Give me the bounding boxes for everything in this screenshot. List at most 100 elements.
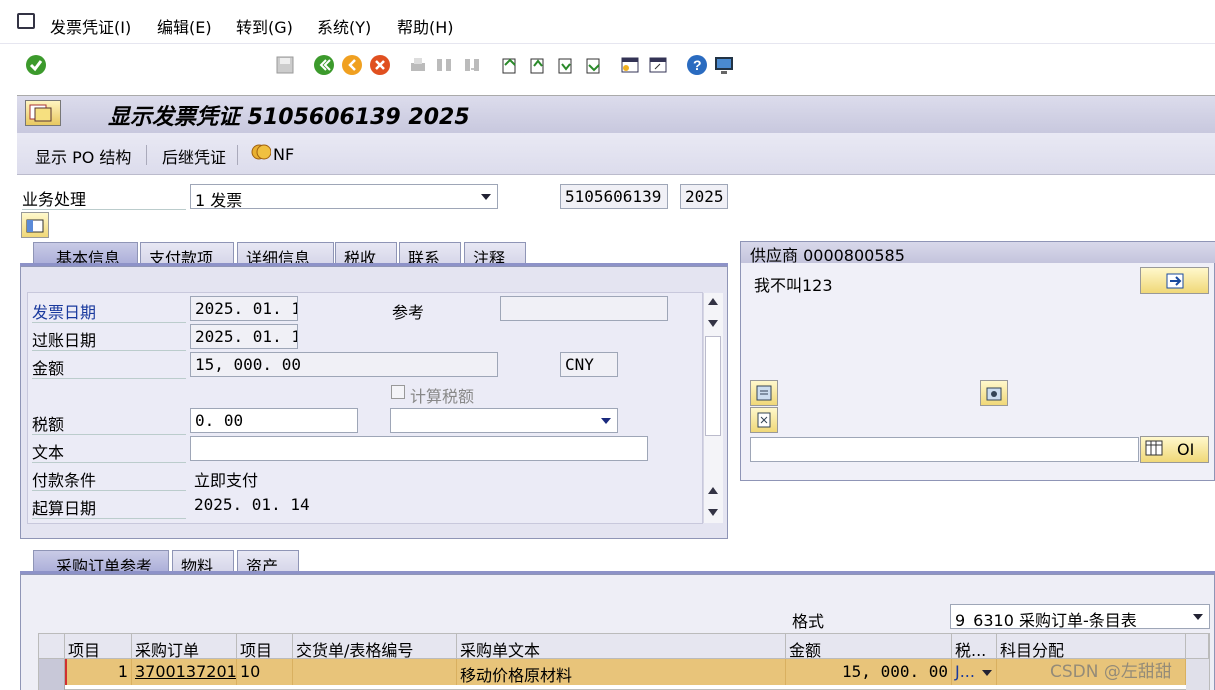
amount-label: 金额 (32, 355, 186, 379)
cancel-icon[interactable] (369, 54, 391, 76)
toolbar-separator (237, 145, 238, 165)
transaction-select[interactable]: 1 发票 (190, 184, 498, 209)
posting-date-field[interactable]: 2025. 01. 14 (190, 324, 298, 349)
cell-amount[interactable]: 15, 000. 00 (786, 659, 952, 685)
reference-label: 参考 (392, 303, 425, 322)
grid-scroll-area[interactable] (1186, 659, 1209, 690)
cell-item[interactable]: 1 (65, 659, 132, 685)
shortcut-icon[interactable] (647, 54, 669, 76)
table-row[interactable]: 1 3700137201 10 移动价格原材料 15, 000. 00 J... (39, 659, 1209, 690)
scroll-down-icon[interactable] (708, 320, 718, 327)
grid-header-tax[interactable]: 税... (952, 634, 997, 659)
vendor-address-button[interactable] (750, 380, 778, 406)
invoice-date-field[interactable]: 2025. 01. 14 (190, 296, 298, 321)
previous-page-icon[interactable] (527, 54, 549, 76)
payment-terms-label: 付款条件 (32, 467, 186, 491)
cell-tax[interactable]: J... (952, 659, 997, 685)
row-selector[interactable] (39, 659, 65, 690)
window-menu-icon[interactable] (17, 13, 35, 29)
cell-po-item[interactable]: 10 (237, 659, 293, 685)
page-title: 显示发票凭证 5105606139 2025 (108, 105, 470, 130)
layout-label: 格式 (792, 612, 825, 631)
baseline-date-value: 2025. 01. 14 (194, 495, 310, 514)
table-icon (1145, 440, 1163, 460)
svg-text:?: ? (693, 57, 702, 73)
grid-header-delivery[interactable]: 交货单/表格编号 (293, 634, 457, 659)
calc-tax-label: 计算税额 (410, 387, 475, 406)
chevron-down-icon[interactable] (481, 194, 491, 200)
follow-on-documents-button[interactable]: 后继凭证 (162, 144, 226, 168)
calc-tax-checkbox[interactable] (391, 385, 405, 399)
back-icon[interactable] (313, 54, 335, 76)
grid-header-scroll[interactable] (1186, 634, 1209, 659)
open-items-button[interactable]: OI (1140, 436, 1209, 463)
find-icon[interactable] (433, 54, 455, 76)
payment-terms-value: 立即支付 (194, 471, 259, 490)
vendor-header: 供应商 0000800585 (750, 246, 905, 265)
watermark: CSDN @左甜甜 (1050, 662, 1172, 682)
menu-bar: 发票凭证(I) 编辑(E) 转到(G) 系统(Y) 帮助(H) (0, 0, 1215, 44)
scroll-up-icon[interactable] (708, 298, 718, 305)
text-label: 文本 (32, 439, 186, 463)
menu-help[interactable]: 帮助(H) (397, 14, 454, 38)
enter-check-icon[interactable] (25, 54, 47, 76)
grid-header-po-item[interactable]: 项目 (237, 634, 293, 659)
baseline-date-label: 起算日期 (32, 495, 186, 519)
nf-button[interactable]: NF (251, 142, 294, 166)
save-icon[interactable] (274, 54, 296, 76)
first-page-icon[interactable] (499, 54, 521, 76)
invoice-date-label: 发票日期 (32, 299, 186, 323)
nf-coins-icon (251, 142, 272, 166)
tax-code-select[interactable] (390, 408, 618, 433)
chevron-down-icon[interactable] (1193, 614, 1203, 620)
last-page-icon[interactable] (583, 54, 605, 76)
grid-header-item[interactable]: 项目 (65, 634, 132, 659)
open-items-label: OI (1177, 440, 1195, 459)
show-po-structure-button[interactable]: 显示 PO 结构 (35, 144, 131, 168)
layout-select[interactable]: 9_6310 采购订单-条目表 (950, 604, 1210, 629)
standard-toolbar: « ? (0, 44, 1215, 122)
vendor-phone-button[interactable] (980, 380, 1008, 406)
menu-edit[interactable]: 编辑(E) (157, 14, 212, 38)
cell-po-text[interactable]: 移动价格原材料 (457, 659, 786, 685)
menu-invoice-document[interactable]: 发票凭证(I) (50, 14, 131, 38)
currency-field[interactable]: CNY (560, 352, 618, 377)
toolbar-separator (146, 145, 147, 165)
transaction-label: 业务处理 (22, 186, 186, 210)
vendor-fax-button[interactable] (750, 407, 778, 433)
posting-date-label: 过账日期 (32, 327, 186, 351)
chevron-down-icon[interactable] (982, 670, 992, 676)
tax-amount-label: 税额 (32, 411, 186, 435)
cell-delivery[interactable] (293, 659, 457, 685)
scroll-down-icon[interactable] (708, 509, 718, 516)
document-overview-icon[interactable] (25, 100, 61, 126)
exit-icon[interactable] (341, 54, 363, 76)
cell-po-link[interactable]: 3700137201 (132, 659, 237, 685)
grid-select-all[interactable] (39, 634, 65, 659)
grid-header-po[interactable]: 采购订单 (132, 634, 237, 659)
menu-goto[interactable]: 转到(G) (236, 14, 293, 38)
grid-header-account[interactable]: 科目分配 (997, 634, 1186, 659)
next-page-icon[interactable] (555, 54, 577, 76)
create-session-icon[interactable] (619, 54, 641, 76)
print-icon[interactable] (407, 54, 429, 76)
menu-system[interactable]: 系统(Y) (317, 14, 371, 38)
grid-header-po-text[interactable]: 采购单文本 (457, 634, 786, 659)
grid-header-amount[interactable]: 金额 (786, 634, 952, 659)
vendor-search-field[interactable] (750, 437, 1139, 462)
text-field[interactable] (190, 436, 648, 461)
scroll-up-icon[interactable] (708, 487, 718, 494)
toggle-worklist-button[interactable] (21, 212, 49, 238)
find-next-icon[interactable] (461, 54, 483, 76)
customize-layout-icon[interactable] (713, 54, 735, 76)
help-icon[interactable]: ? (686, 54, 708, 76)
tax-amount-field[interactable]: 0. 00 (190, 408, 358, 433)
nf-label: NF (273, 144, 295, 164)
vendor-name: 我不叫123 (754, 276, 833, 295)
amount-field[interactable]: 15, 000. 00 (190, 352, 498, 377)
vendor-change-button[interactable] (1140, 267, 1209, 294)
scroll-thumb[interactable] (705, 336, 721, 436)
reference-field[interactable] (500, 296, 668, 321)
document-number-field: 5105606139 (560, 184, 668, 209)
chevron-down-icon[interactable] (601, 418, 611, 424)
